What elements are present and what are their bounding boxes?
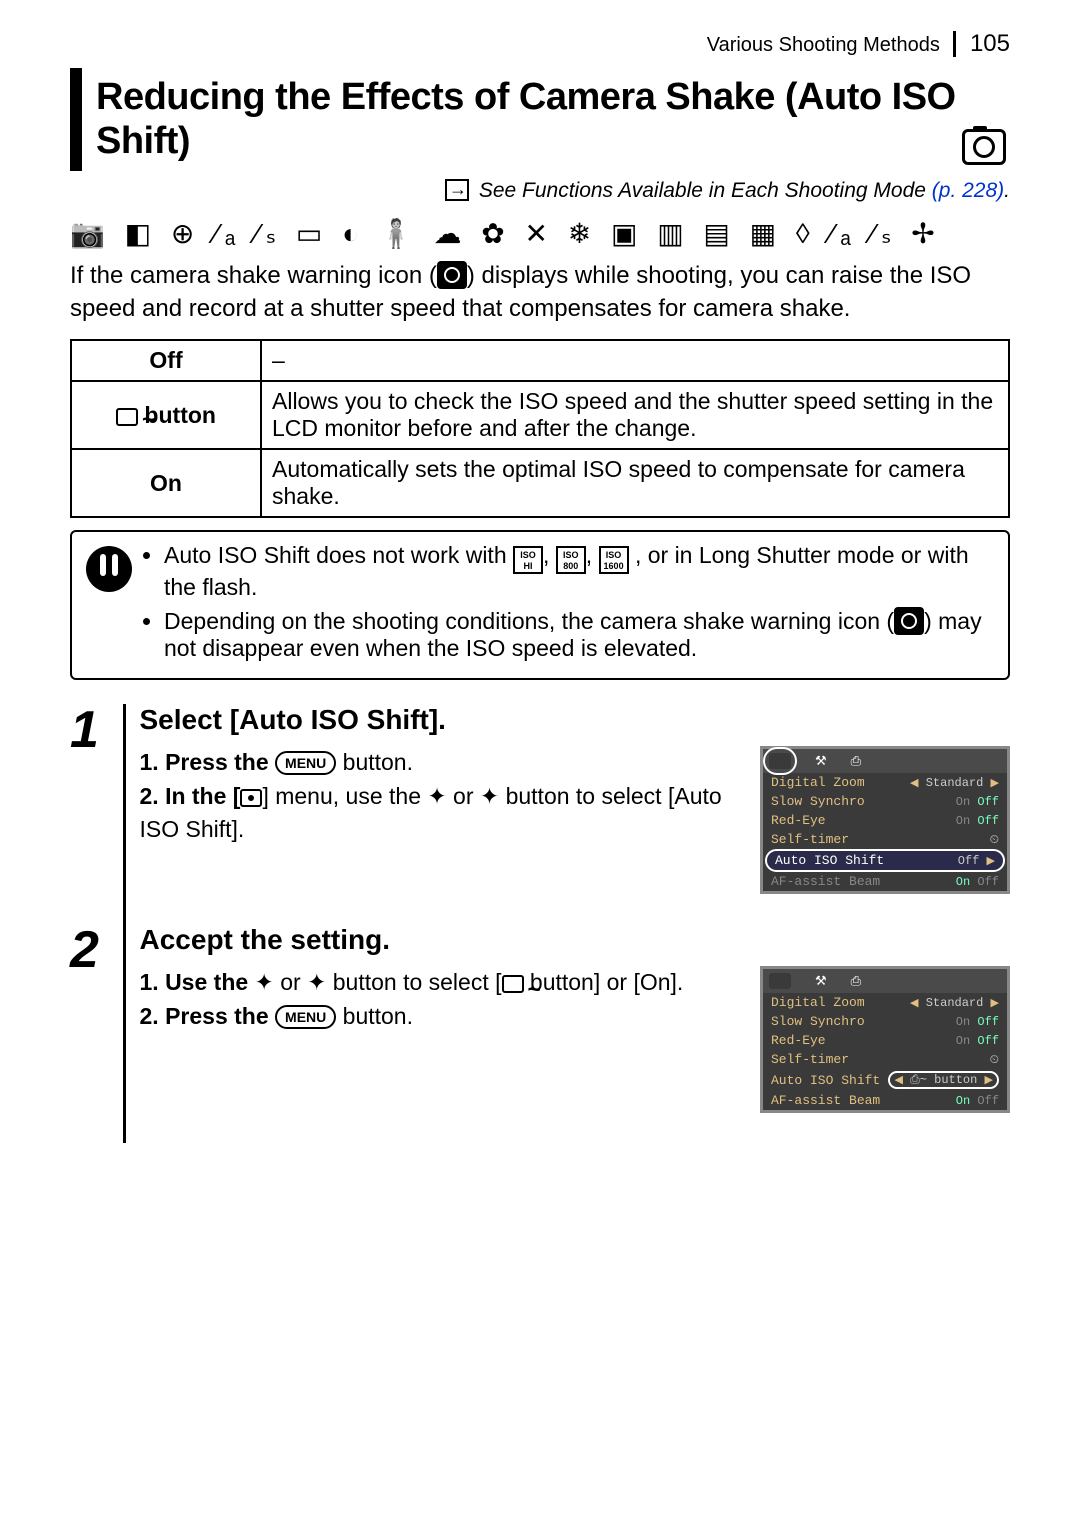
- warning-item: Auto ISO Shift does not work with ISO HI…: [164, 542, 994, 601]
- option-button-desc: Allows you to check the ISO speed and th…: [261, 381, 1009, 449]
- tools-tab-icon: ⚒: [815, 754, 827, 769]
- intro-paragraph: If the camera shake warning icon () disp…: [70, 260, 1010, 325]
- step-row: 2 Accept the setting. 1. Use the ✦ or ✦ …: [70, 924, 1010, 1143]
- step-number: 2: [70, 924, 124, 1143]
- page-title: Reducing the Effects of Camera Shake (Au…: [96, 76, 994, 163]
- intro-text-1: If the camera shake warning icon (: [70, 262, 437, 289]
- lcd-screenshot-1: ⚒ ⎙ Digital Zoom◀ Standard ▶ Slow Synchr…: [760, 746, 1010, 894]
- menu-button-icon: MENU: [275, 1005, 336, 1029]
- camera-shake-icon: [894, 607, 924, 635]
- step-title: Accept the setting.: [140, 924, 1011, 956]
- auto-iso-row: Auto ISO Shift ◀ ⎙~ button ▶: [763, 1069, 1007, 1091]
- camera-shake-icon: [437, 261, 467, 289]
- option-off-label: Off: [71, 340, 261, 381]
- steps-list: 1 Select [Auto ISO Shift]. 1. Press the …: [70, 704, 1010, 1143]
- table-row: On Automatically sets the optimal ISO sp…: [71, 449, 1009, 517]
- page-title-block: Reducing the Effects of Camera Shake (Au…: [70, 68, 1010, 171]
- option-off-desc: –: [261, 340, 1009, 381]
- menu-button-icon: MENU: [275, 751, 336, 775]
- print-share-icon: [502, 975, 524, 993]
- option-on-desc: Automatically sets the optimal ISO speed…: [261, 449, 1009, 517]
- rec-tab-icon: [769, 973, 791, 989]
- see-also-page-ref[interactable]: (p. 228): [932, 179, 1004, 202]
- see-also-link: See Functions Available in Each Shooting…: [70, 179, 1010, 203]
- option-on-label: On: [71, 449, 261, 517]
- print-tab-icon: ⎙: [851, 754, 861, 769]
- table-row: button Allows you to check the ISO speed…: [71, 381, 1009, 449]
- table-row: Off –: [71, 340, 1009, 381]
- step-title: Select [Auto ISO Shift].: [140, 704, 1011, 736]
- step-body: 1. Use the ✦ or ✦ button to select [ but…: [140, 966, 747, 1113]
- options-table: Off – button Allows you to check the ISO…: [70, 339, 1010, 518]
- page-number: 105: [970, 30, 1010, 57]
- print-tab-icon: ⎙: [851, 974, 861, 989]
- see-also-text: See Functions Available in Each Shooting…: [479, 179, 932, 202]
- camera-mode-icon: [962, 129, 1006, 165]
- header-divider: [953, 31, 956, 57]
- manual-page: Various Shooting Methods 105 Reducing th…: [0, 0, 1080, 1203]
- step-number: 1: [70, 704, 124, 924]
- iso-800-icon: ISO 800: [556, 546, 586, 574]
- step-body: 1. Press the MENU button. 2. In the [] m…: [140, 746, 747, 894]
- highlighted-menu-row: Auto ISO Shift Off ▶: [765, 849, 1005, 872]
- rec-tab-icon: [769, 753, 791, 769]
- iso-1600-icon: ISO 1600: [599, 546, 629, 574]
- caution-icon: [86, 546, 132, 592]
- arrow-right-box-icon: [445, 179, 469, 201]
- warning-callout: Auto ISO Shift does not work with ISO HI…: [70, 530, 1010, 680]
- print-share-icon: [116, 408, 138, 426]
- option-button-label: button: [71, 381, 261, 449]
- iso-hi-icon: ISO HI: [513, 546, 543, 574]
- page-header: Various Shooting Methods 105: [70, 30, 1010, 58]
- warning-item: Depending on the shooting conditions, th…: [164, 607, 994, 662]
- lcd-screenshot-2: ⚒ ⎙ Digital Zoom◀ Standard ▶ Slow Synchr…: [760, 966, 1010, 1113]
- step-row: 1 Select [Auto ISO Shift]. 1. Press the …: [70, 704, 1010, 924]
- shooting-mode-icons-row: 📷 ◧ ⊕ ⁄ₐ ⁄ₛ ▭ ◐ 🧍 ☁ ✿ ✕ ❄ ▣ ▥ ▤ ▦ ◊ ⁄ₐ ⁄…: [70, 217, 1010, 250]
- tools-tab-icon: ⚒: [815, 974, 827, 989]
- rec-menu-icon: [240, 789, 262, 807]
- section-name: Various Shooting Methods: [707, 34, 940, 57]
